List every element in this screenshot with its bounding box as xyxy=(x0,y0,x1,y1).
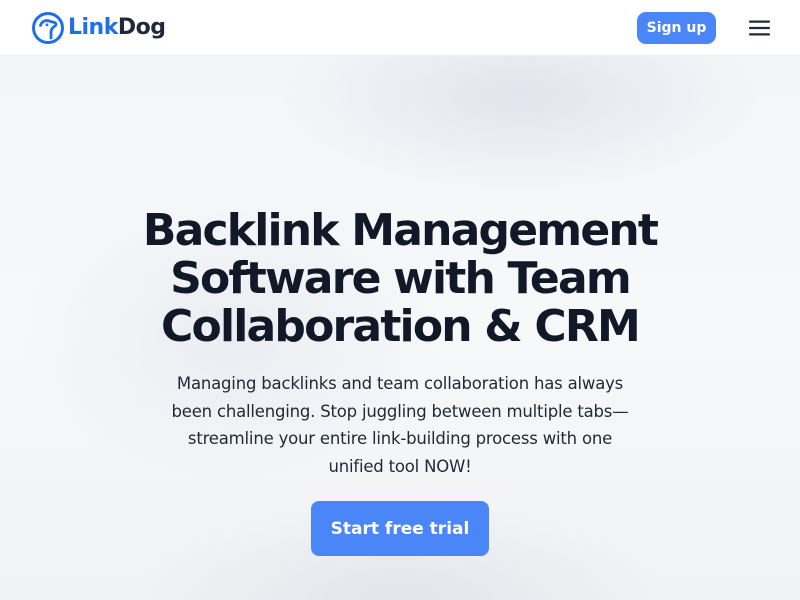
hero-section: Backlink Management Software with Team C… xyxy=(0,56,800,600)
brand-logo[interactable]: LinkDog xyxy=(31,11,166,45)
start-free-trial-button[interactable]: Start free trial xyxy=(311,501,489,556)
top-navbar: LinkDog Sign up xyxy=(0,0,800,56)
brand-name-dog: Dog xyxy=(117,15,166,40)
brand-name-link: Link xyxy=(68,15,118,40)
hamburger-menu-icon xyxy=(749,20,770,36)
brand-name: LinkDog xyxy=(68,11,166,45)
hero-subtext: Managing backlinks and team collaboratio… xyxy=(171,374,629,476)
hamburger-menu-button[interactable] xyxy=(746,17,774,39)
signup-button[interactable]: Sign up xyxy=(637,12,716,44)
dog-head-circle-icon xyxy=(32,12,64,44)
hero-headline: Backlink Management Software with Team C… xyxy=(142,205,659,352)
